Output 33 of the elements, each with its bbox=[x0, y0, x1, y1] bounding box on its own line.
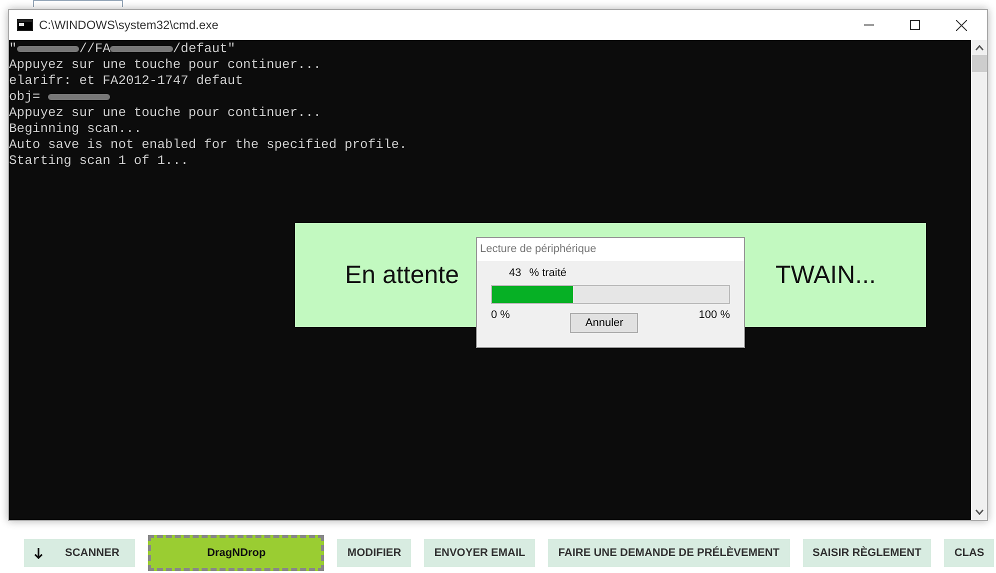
console-line: " //FA /defaut" bbox=[9, 41, 236, 57]
redacted-mark bbox=[48, 94, 110, 100]
console-line: Appuyez sur une touche pour continuer... bbox=[9, 57, 322, 73]
progress-value: 43 bbox=[509, 267, 522, 279]
console-line: obj= bbox=[9, 89, 110, 105]
toolbar-button[interactable]: CLAS bbox=[944, 539, 994, 567]
console-icon bbox=[17, 19, 33, 31]
down-arrow-icon bbox=[34, 548, 43, 558]
redacted-mark bbox=[110, 46, 173, 52]
close-icon[interactable] bbox=[956, 20, 967, 30]
toolbar-button[interactable]: SAISIR RÈGLEMENT bbox=[802, 539, 932, 567]
scanner-button[interactable]: SCANNER bbox=[24, 539, 136, 567]
min-label: 0 % bbox=[491, 309, 510, 321]
drop-zone-button[interactable]: DragNDrop bbox=[148, 535, 324, 571]
banner-text: TWAIN... bbox=[776, 260, 876, 290]
toolbar-button[interactable]: ENVOYER EMAIL bbox=[424, 539, 536, 567]
console-line: Appuyez sur une touche pour continuer... bbox=[9, 105, 322, 121]
maximize-icon[interactable] bbox=[910, 20, 920, 30]
dialog-title: Lecture de périphérique bbox=[477, 238, 744, 261]
scroll-thumb[interactable] bbox=[972, 55, 986, 72]
cancel-button[interactable]: Annuler bbox=[570, 313, 638, 333]
banner-text: En attente bbox=[345, 260, 459, 290]
redacted-mark bbox=[16, 46, 80, 52]
progress-caption: % traité bbox=[529, 267, 567, 279]
console-line: Starting scan 1 of 1... bbox=[9, 153, 188, 169]
max-label: 100 % bbox=[698, 309, 730, 321]
scrollbar[interactable] bbox=[971, 40, 987, 520]
toolbar-button[interactable]: FAIRE UNE DEMANDE DE PRÉLÈVEMENT bbox=[548, 539, 790, 567]
console-line: Beginning scan... bbox=[9, 121, 142, 137]
console-line: Auto save is not enabled for the specified profile. bbox=[9, 137, 407, 153]
console-line: elarifr: et FA2012-1747 defaut bbox=[9, 73, 244, 89]
toolbar-button[interactable]: MODIFIER bbox=[337, 539, 412, 567]
window-title: C:\WINDOWS\system32\cmd.exe bbox=[39, 18, 220, 32]
